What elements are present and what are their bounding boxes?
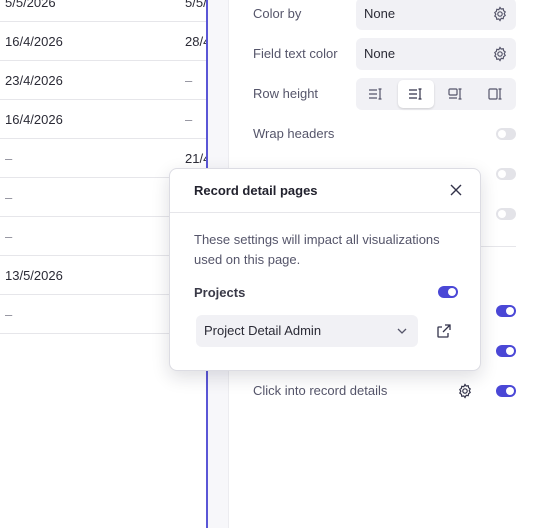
row-height-segmented-control	[356, 78, 516, 110]
table-cell: –	[5, 229, 13, 244]
color-by-select[interactable]: None	[356, 0, 516, 30]
gear-icon[interactable]	[457, 383, 473, 399]
row-height-medium-option[interactable]	[398, 80, 434, 108]
click-into-record-label: Click into record details	[253, 383, 388, 398]
wrap-headers-row: Wrap headers	[253, 118, 523, 150]
table-row[interactable]: 23/4/2026 –	[0, 61, 207, 100]
close-icon[interactable]	[449, 183, 463, 197]
projects-toggle[interactable]	[438, 286, 458, 298]
setting-toggle[interactable]	[496, 305, 516, 317]
field-text-color-label: Field text color	[253, 46, 338, 61]
table-row[interactable]: 16/4/2026 –	[0, 100, 207, 139]
field-text-color-select[interactable]: None	[356, 38, 516, 70]
popover-description: These settings will impact all visualiza…	[194, 232, 440, 267]
setting-toggle[interactable]	[496, 168, 516, 180]
external-link-icon[interactable]	[436, 323, 452, 339]
click-into-record-toggle[interactable]	[496, 385, 516, 397]
table-cell: 13/5/2026	[5, 268, 63, 283]
row-height-extra-tall-option[interactable]	[478, 80, 514, 108]
row-height-extra-tall-icon	[488, 88, 502, 100]
wrap-headers-label: Wrap headers	[253, 126, 335, 141]
table-cell: 16/4/2026	[5, 34, 63, 49]
table-cell: 28/4	[185, 34, 207, 49]
row-height-short-icon	[369, 88, 382, 100]
row-height-tall-icon	[448, 88, 462, 100]
field-text-color-row: Field text color None	[253, 38, 523, 70]
table-cell: –	[185, 73, 193, 88]
popover-divider	[170, 212, 480, 213]
gear-icon[interactable]	[492, 46, 508, 62]
gear-icon[interactable]	[492, 6, 508, 22]
table-cell: –	[5, 151, 13, 166]
field-text-color-value: None	[364, 46, 396, 61]
table-row[interactable]: 16/4/2026 28/4	[0, 22, 207, 61]
row-height-row: Row height	[253, 78, 523, 110]
row-height-tall-option[interactable]	[438, 80, 474, 108]
table-cell: 16/4/2026	[5, 112, 63, 127]
popover-title: Record detail pages	[194, 183, 318, 198]
row-height-short-option[interactable]	[358, 80, 394, 108]
record-page-select[interactable]: Project Detail Admin	[196, 315, 418, 347]
setting-toggle[interactable]	[496, 345, 516, 357]
chevron-down-icon	[397, 328, 407, 334]
color-by-row: Color by None	[253, 0, 523, 30]
wrap-headers-toggle[interactable]	[496, 128, 516, 140]
projects-label: Projects	[194, 285, 246, 300]
color-by-label: Color by	[253, 6, 302, 21]
record-page-value: Project Detail Admin	[204, 323, 322, 338]
row-height-label: Row height	[253, 86, 319, 101]
table-cell: 5/5/2026	[5, 0, 56, 10]
record-detail-pages-popover: Record detail pages These settings will …	[169, 168, 481, 371]
table-cell: 23/4/2026	[5, 73, 63, 88]
row-height-medium-icon	[409, 88, 422, 100]
table-cell: –	[5, 190, 13, 205]
table-cell: 5/5/	[185, 0, 207, 10]
color-by-value: None	[364, 6, 396, 21]
table-cell: –	[185, 112, 193, 127]
table-cell: –	[5, 307, 13, 322]
click-into-record-row: Click into record details	[253, 375, 523, 407]
setting-toggle[interactable]	[496, 208, 516, 220]
table-row[interactable]: 5/5/2026 5/5/	[0, 0, 207, 22]
